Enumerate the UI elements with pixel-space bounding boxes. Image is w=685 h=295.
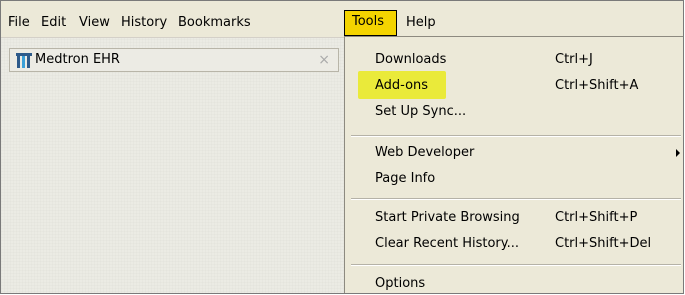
menu-item-options[interactable]: Options	[345, 271, 683, 293]
menu-item-addons[interactable]: Add-ons Ctrl+Shift+A	[345, 73, 683, 99]
menu-history-label: History	[121, 15, 168, 30]
addons-shortcut: Ctrl+Shift+A	[555, 78, 639, 93]
menu-edit[interactable]: Edit	[41, 13, 66, 33]
page-info-label: Page Info	[375, 171, 436, 186]
web-developer-label: Web Developer	[375, 145, 475, 160]
menu-separator	[351, 264, 681, 266]
tab-close-icon[interactable]: ×	[318, 51, 330, 69]
menu-tools-label: Tools	[352, 14, 385, 29]
menu-separator	[351, 135, 681, 137]
menu-help[interactable]: Help	[406, 13, 436, 33]
set-up-sync-label: Set Up Sync...	[375, 104, 467, 119]
menu-item-downloads[interactable]: Downloads Ctrl+J	[345, 47, 683, 73]
clear-history-label: Clear Recent History...	[375, 236, 519, 251]
menu-bookmarks-label: Bookmarks	[178, 15, 251, 30]
menu-bookmarks[interactable]: Bookmarks	[178, 13, 251, 33]
menu-tools[interactable]: Tools	[344, 10, 397, 36]
private-browsing-shortcut: Ctrl+Shift+P	[555, 210, 638, 225]
menu-view-label: View	[79, 15, 110, 30]
menu-item-web-developer[interactable]: Web Developer	[345, 140, 683, 166]
downloads-label: Downloads	[375, 52, 447, 67]
downloads-shortcut: Ctrl+J	[555, 52, 593, 67]
private-browsing-label: Start Private Browsing	[375, 210, 520, 225]
menu-item-private-browsing[interactable]: Start Private Browsing Ctrl+Shift+P	[345, 205, 683, 231]
menu-file[interactable]: File	[8, 13, 30, 33]
tab-medtron-ehr[interactable]: Medtron EHR ×	[9, 48, 339, 72]
tab-title: Medtron EHR	[35, 52, 120, 67]
menu-help-label: Help	[406, 15, 436, 30]
menu-item-clear-history[interactable]: Clear Recent History... Ctrl+Shift+Del	[345, 231, 683, 257]
menu-edit-label: Edit	[41, 15, 67, 30]
menu-item-set-up-sync[interactable]: Set Up Sync...	[345, 99, 683, 125]
submenu-arrow-icon	[676, 149, 680, 157]
menu-bar: File Edit View History Bookmarks Tools H…	[1, 1, 683, 38]
addons-label: Add-ons	[375, 78, 429, 93]
menu-item-page-info[interactable]: Page Info	[345, 166, 683, 192]
tools-dropdown-menu: Downloads Ctrl+J Add-ons Ctrl+Shift+A Se…	[344, 36, 683, 293]
menu-separator	[351, 198, 681, 200]
menu-history[interactable]: History	[121, 13, 167, 33]
options-label: Options	[375, 276, 426, 291]
medtron-logo-icon	[16, 53, 32, 68]
browser-window: File Edit View History Bookmarks Tools H…	[0, 0, 684, 294]
menu-view[interactable]: View	[79, 13, 110, 33]
menu-file-label: File	[8, 15, 30, 30]
clear-history-shortcut: Ctrl+Shift+Del	[555, 236, 652, 251]
